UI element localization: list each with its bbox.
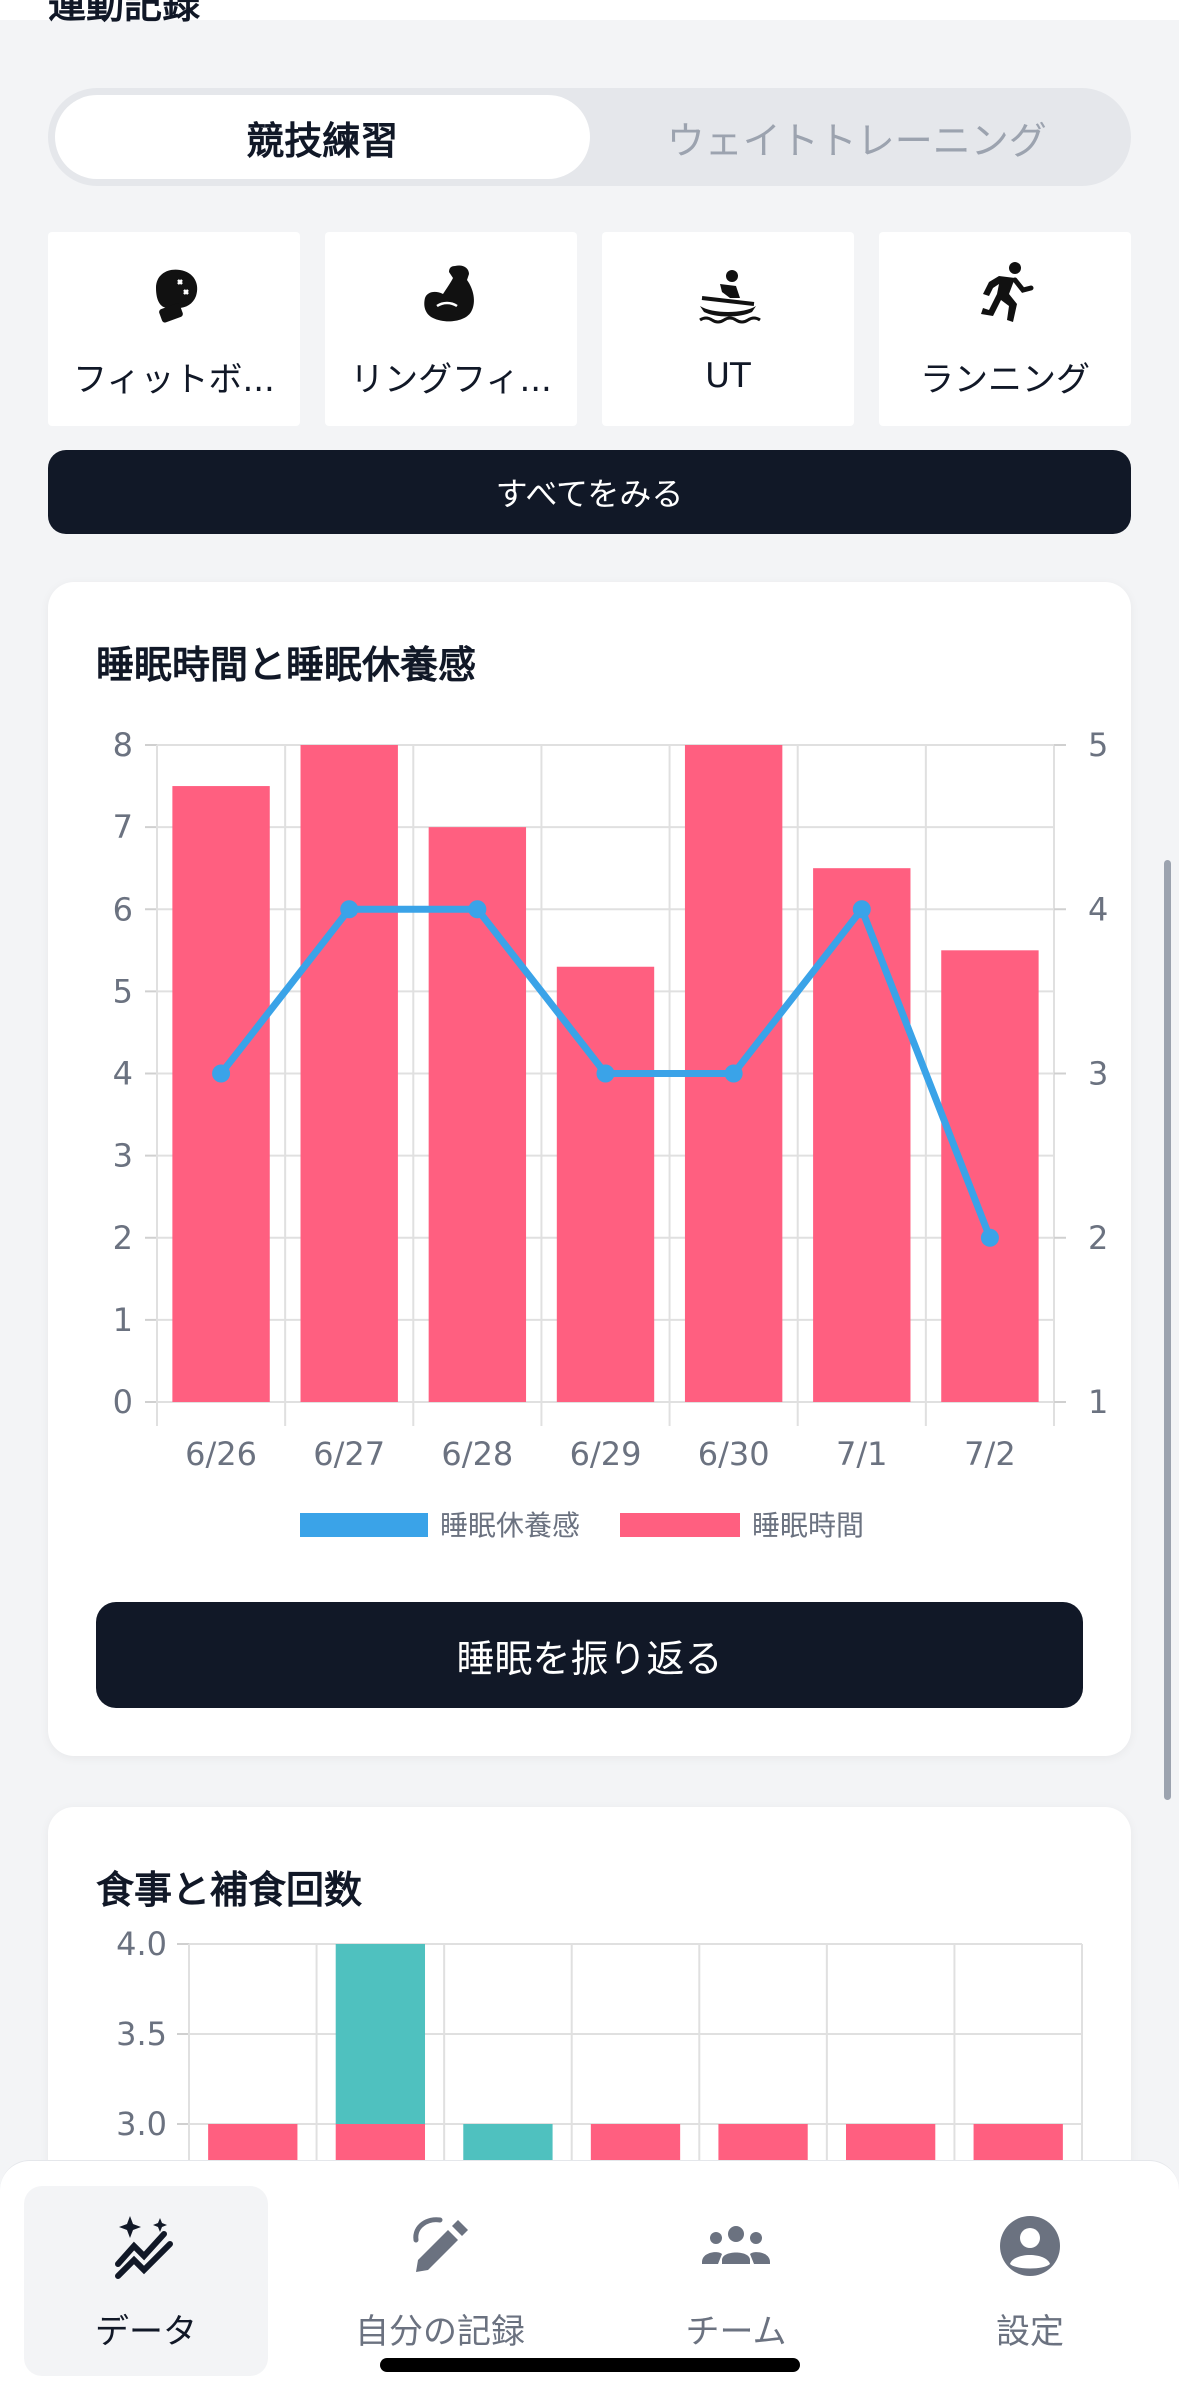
nav-item-data[interactable]: データ bbox=[24, 2186, 268, 2376]
bar-sleep-hours bbox=[172, 786, 270, 1402]
legend-swatch-rest bbox=[300, 1513, 428, 1537]
x-tick-label: 6/29 bbox=[570, 1435, 642, 1473]
y-left-tick-label: 0 bbox=[113, 1383, 133, 1421]
y-left-tick-label: 2 bbox=[113, 1219, 133, 1257]
line-point bbox=[596, 1064, 615, 1083]
line-point bbox=[212, 1064, 231, 1083]
y-right-tick-label: 3 bbox=[1088, 1055, 1108, 1093]
nav-item-my-records[interactable]: 自分の記録 bbox=[318, 2186, 562, 2376]
activity-label: UT bbox=[705, 356, 751, 396]
y-left-tick-label: 5 bbox=[113, 972, 133, 1010]
activity-label: フィットボ... bbox=[73, 359, 275, 400]
x-tick-label: 7/1 bbox=[836, 1435, 888, 1473]
activity-card-ut[interactable]: UT bbox=[602, 232, 854, 426]
bar-sleep-hours bbox=[300, 745, 398, 1402]
group-icon bbox=[702, 2225, 770, 2264]
edit-pencil-icon bbox=[413, 2216, 468, 2272]
activity-label: ランニング bbox=[920, 359, 1090, 400]
y-right-tick-label: 5 bbox=[1088, 726, 1108, 764]
x-tick-label: 7/2 bbox=[964, 1435, 1016, 1473]
tab-competition-practice[interactable]: 競技練習 bbox=[55, 95, 590, 179]
legend-swatch-hours bbox=[620, 1513, 740, 1537]
activity-list: フィットボ... リングフィ... UT ランニング bbox=[48, 232, 1131, 426]
line-point bbox=[852, 900, 871, 919]
y-tick-label: 3.5 bbox=[116, 2015, 167, 2053]
y-left-tick-label: 3 bbox=[113, 1137, 133, 1175]
sleep-chart-card: 睡眠時間と睡眠休養感 0 1 2 3 4 5 6 7 8 1 2 3 4 5 6/26 6/27 6/28 6/2… bbox=[48, 582, 1131, 1756]
y-left-tick-label: 7 bbox=[113, 808, 133, 846]
review-sleep-button[interactable]: 睡眠を振り返る bbox=[96, 1602, 1083, 1708]
x-tick-label: 6/26 bbox=[185, 1435, 257, 1473]
line-point bbox=[724, 1064, 743, 1083]
x-tick-label: 6/30 bbox=[698, 1435, 770, 1473]
tab-weight-training[interactable]: ウェイトトレーニング bbox=[590, 95, 1125, 179]
x-tick-label: 6/28 bbox=[441, 1435, 513, 1473]
rowing-icon bbox=[699, 270, 761, 324]
see-all-button[interactable]: すべてをみる bbox=[48, 450, 1131, 534]
y-left-tick-label: 8 bbox=[113, 726, 133, 764]
x-tick-label: 6/27 bbox=[313, 1435, 385, 1473]
y-right-tick-label: 4 bbox=[1088, 890, 1108, 928]
y-tick-label: 3.0 bbox=[116, 2105, 167, 2143]
chart-sparkle-icon bbox=[115, 2215, 173, 2279]
nav-label: データ bbox=[95, 2311, 197, 2352]
nav-label: 設定 bbox=[996, 2311, 1064, 2352]
flexed-biceps-icon bbox=[424, 264, 474, 321]
training-type-segment: 競技練習 ウェイトトレーニング bbox=[48, 88, 1131, 186]
y-right-tick-label: 1 bbox=[1088, 1383, 1108, 1421]
activity-label: リングフィ... bbox=[350, 359, 552, 400]
y-left-tick-label: 4 bbox=[113, 1055, 133, 1093]
y-left-tick-label: 1 bbox=[113, 1301, 133, 1339]
nav-label: チーム bbox=[685, 2311, 787, 2352]
line-point bbox=[340, 900, 359, 919]
activity-card-running[interactable]: ランニング bbox=[879, 232, 1131, 426]
activity-card-fitboxing[interactable]: フィットボ... bbox=[48, 232, 300, 426]
sleep-chart: 0 1 2 3 4 5 6 7 8 1 2 3 4 5 6/26 6/27 6/28 6/29 6/30 7/1 7/2… bbox=[113, 726, 1109, 1542]
legend-label-rest: 睡眠休養感 bbox=[440, 1509, 580, 1542]
bar-snacks bbox=[335, 1944, 426, 2124]
line-point bbox=[468, 900, 487, 919]
y-right-tick-label: 2 bbox=[1088, 1219, 1108, 1257]
activity-card-ringfit[interactable]: リングフィ... bbox=[325, 232, 577, 426]
line-point bbox=[980, 1228, 999, 1247]
legend-label-hours: 睡眠時間 bbox=[752, 1509, 864, 1542]
running-icon bbox=[981, 261, 1034, 322]
y-left-tick-label: 6 bbox=[113, 890, 133, 928]
nav-label: 自分の記録 bbox=[355, 2311, 525, 2352]
user-circle-icon bbox=[1000, 2215, 1060, 2276]
nav-item-team[interactable]: チーム bbox=[614, 2186, 858, 2376]
bar-sleep-hours bbox=[941, 950, 1039, 1402]
section-title: 運動記録 bbox=[48, 0, 201, 27]
scrollbar[interactable] bbox=[1164, 860, 1171, 1800]
boxing-glove-icon bbox=[156, 269, 198, 322]
home-indicator bbox=[380, 2358, 800, 2372]
y-tick-label: 4.0 bbox=[116, 1925, 167, 1963]
nav-item-settings[interactable]: 設定 bbox=[908, 2186, 1152, 2376]
